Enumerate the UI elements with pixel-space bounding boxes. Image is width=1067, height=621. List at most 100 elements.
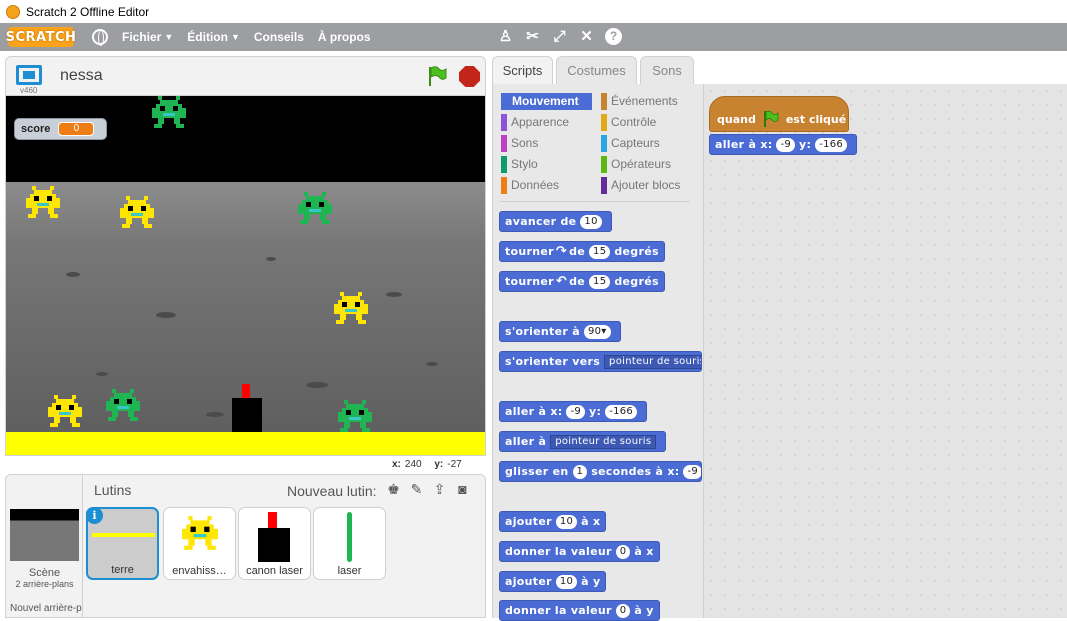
block-set-x[interactable]: donner la valeur 0 à x bbox=[499, 541, 660, 562]
category-apparence[interactable]: Apparence bbox=[501, 114, 592, 131]
tab-scripts[interactable]: Scripts bbox=[492, 56, 553, 86]
menu-edition[interactable]: Édition ▼ bbox=[187, 30, 240, 44]
category-label: Contrôle bbox=[611, 115, 657, 129]
block-dropdown[interactable]: pointeur de souris bbox=[550, 434, 657, 449]
cannon-body bbox=[232, 398, 262, 432]
block-input[interactable]: -9 bbox=[683, 464, 701, 479]
category-label: Apparence bbox=[511, 115, 570, 129]
sprite-tile-envahisseur[interactable]: envahiss… bbox=[163, 507, 236, 580]
block-input[interactable]: 0 bbox=[615, 603, 631, 618]
invader-sprite-yellow[interactable] bbox=[118, 196, 156, 228]
invader-sprite-green[interactable] bbox=[296, 192, 334, 224]
stop-icon[interactable] bbox=[459, 66, 480, 87]
block-input[interactable]: 90▾ bbox=[583, 324, 611, 339]
block-text: degrés bbox=[614, 275, 659, 288]
block-input[interactable]: -9 bbox=[566, 404, 586, 419]
invader-sprite-yellow[interactable] bbox=[24, 186, 62, 218]
block-input[interactable]: 15 bbox=[589, 274, 611, 289]
category-mouvement[interactable]: Mouvement bbox=[501, 93, 592, 110]
block-input[interactable]: -166 bbox=[605, 404, 638, 419]
category-capteurs[interactable]: Capteurs bbox=[601, 135, 696, 152]
duplicate-icon[interactable]: ♙ bbox=[497, 28, 514, 45]
sprite-tile-laser[interactable]: laser bbox=[313, 507, 386, 580]
choose-sprite-library-icon[interactable]: ♚ bbox=[385, 481, 402, 498]
project-name[interactable]: nessa bbox=[60, 67, 103, 85]
block-move-steps[interactable]: avancer de 10 bbox=[499, 211, 612, 232]
y-label: y: bbox=[434, 459, 444, 470]
tab-sons[interactable]: Sons bbox=[640, 56, 694, 85]
block-goto-xy[interactable]: aller à x: -9 y: -166 bbox=[499, 401, 648, 422]
category-sons[interactable]: Sons bbox=[501, 135, 592, 152]
sprite-tile-canon-laser[interactable]: canon laser bbox=[238, 507, 311, 580]
tab-costumes[interactable]: Costumes bbox=[556, 56, 637, 85]
menu-fichier[interactable]: Fichier ▼ bbox=[122, 30, 173, 44]
category-swatch bbox=[601, 177, 607, 194]
cut-icon[interactable]: ✂ bbox=[524, 28, 541, 45]
script-goto-xy-block[interactable]: aller à x: -9 y: -166 bbox=[709, 134, 858, 155]
category-ajouter-blocs[interactable]: Ajouter blocs bbox=[601, 177, 696, 194]
when-flag-clicked-block[interactable]: quand est cliqué bbox=[709, 96, 849, 132]
upload-icon[interactable]: ⇪ bbox=[431, 481, 448, 498]
block-text: quand bbox=[717, 112, 756, 126]
category-donnees[interactable]: Données bbox=[501, 177, 592, 194]
invader-sprite-yellow[interactable] bbox=[46, 395, 84, 427]
block-input[interactable]: 15 bbox=[589, 244, 611, 259]
category-evenements[interactable]: Événements bbox=[601, 93, 696, 110]
stage[interactable]: score 0 bbox=[5, 95, 486, 456]
block-point-in-direction[interactable]: s'orienter à 90▾ bbox=[499, 321, 621, 342]
block-turn-left[interactable]: tourner ↶ de 15 degrés bbox=[499, 271, 665, 292]
paint-brush-icon[interactable]: ✎ bbox=[408, 481, 425, 498]
menu-label: Conseils bbox=[253, 30, 304, 44]
block-input[interactable]: 0 bbox=[615, 544, 631, 559]
cannon-barrel bbox=[242, 384, 250, 398]
new-backdrop-label: Nouvel arrière-p bbox=[10, 603, 82, 614]
info-icon[interactable]: i bbox=[86, 507, 103, 524]
scripts-area[interactable] bbox=[703, 84, 1067, 618]
shrink-icon[interactable]: ✕ bbox=[578, 28, 595, 45]
block-text: s'orienter vers bbox=[505, 355, 601, 368]
block-turn-right[interactable]: tourner ↷ de 15 degrés bbox=[499, 241, 665, 262]
category-stylo[interactable]: Stylo bbox=[501, 156, 592, 173]
sprite-thumb-barrel bbox=[268, 512, 277, 528]
title-bar: Scratch 2 Offline Editor bbox=[0, 0, 1067, 23]
block-input[interactable]: -166 bbox=[815, 137, 848, 152]
language-globe-icon[interactable] bbox=[92, 29, 108, 46]
menu-a-propos[interactable]: À propos bbox=[318, 30, 371, 44]
block-text: à x bbox=[581, 515, 601, 528]
block-input[interactable]: 10 bbox=[555, 574, 578, 589]
scene-pane[interactable]: Scène 2 arrière-plans Nouvel arrière-p bbox=[5, 474, 82, 618]
category-controle[interactable]: Contrôle bbox=[601, 114, 696, 131]
menu-label: Fichier bbox=[122, 30, 162, 44]
block-point-towards[interactable]: s'orienter vers pointeur de souris bbox=[499, 351, 702, 372]
category-label: Opérateurs bbox=[611, 157, 672, 171]
menu-conseils[interactable]: Conseils bbox=[254, 30, 304, 44]
sprite-tile-terre[interactable]: i terre bbox=[86, 507, 159, 580]
block-glide[interactable]: glisser en1secondes à x:-9y bbox=[499, 461, 702, 482]
block-input[interactable]: -9 bbox=[776, 137, 796, 152]
camera-icon[interactable]: ◙ bbox=[454, 481, 471, 498]
block-text: à y bbox=[634, 604, 654, 617]
invader-sprite-green[interactable] bbox=[336, 400, 374, 432]
block-input[interactable]: 10 bbox=[555, 514, 578, 529]
fullscreen-icon[interactable] bbox=[16, 65, 42, 85]
invader-sprite-green[interactable] bbox=[104, 389, 142, 421]
block-change-x[interactable]: ajouter 10 à x bbox=[499, 511, 607, 532]
block-dropdown[interactable]: pointeur de souris bbox=[604, 354, 701, 369]
green-flag-icon[interactable] bbox=[426, 65, 448, 87]
block-change-y[interactable]: ajouter 10 à y bbox=[499, 571, 607, 592]
grow-icon[interactable]: ⤢ bbox=[551, 28, 568, 45]
category-operateurs[interactable]: Opérateurs bbox=[601, 156, 696, 173]
block-input[interactable]: 1 bbox=[572, 464, 588, 479]
block-input[interactable]: 10 bbox=[580, 214, 602, 229]
block-text: de bbox=[569, 275, 586, 288]
scene-thumbnail[interactable] bbox=[10, 509, 79, 561]
invader-sprite-yellow[interactable] bbox=[332, 292, 370, 324]
invader-sprite-green[interactable] bbox=[150, 96, 188, 128]
block-text: y: bbox=[589, 405, 602, 418]
help-icon[interactable]: ? bbox=[605, 28, 622, 45]
score-monitor[interactable]: score 0 bbox=[14, 118, 107, 140]
category-label: Mouvement bbox=[512, 94, 579, 108]
version-label: v460 bbox=[20, 86, 38, 95]
block-goto[interactable]: aller à pointeur de souris bbox=[499, 431, 667, 452]
scratch-logo[interactable]: SCRATCH bbox=[6, 27, 76, 47]
